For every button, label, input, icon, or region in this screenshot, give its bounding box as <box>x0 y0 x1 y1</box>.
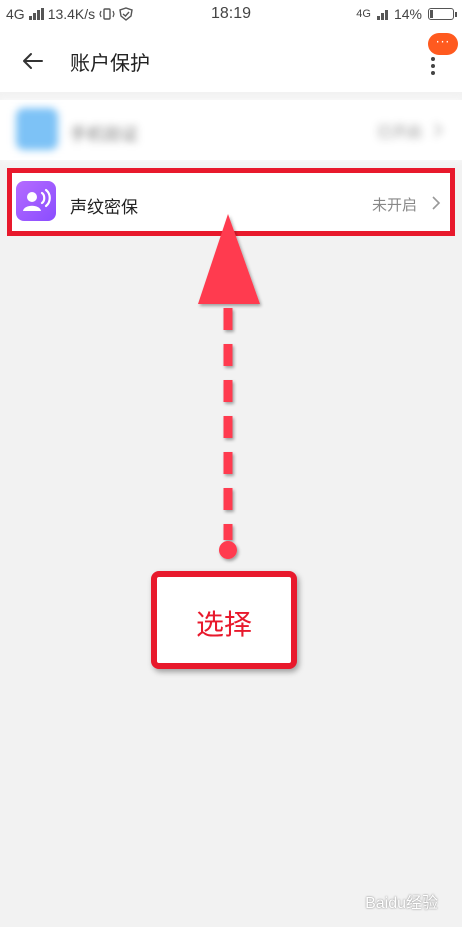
app-header: 账户保护 ··· <box>0 30 462 92</box>
signal-icon-right <box>376 8 388 20</box>
list-item-status: 未开启 <box>372 196 418 214</box>
battery-icon <box>428 8 457 20</box>
chevron-right-icon <box>434 123 443 137</box>
page-title: 账户保护 <box>70 51 150 75</box>
notification-badge: ··· <box>428 33 458 55</box>
annotation-arrow <box>198 214 260 559</box>
annotation-text: 选择 <box>195 608 252 641</box>
chevron-right-icon <box>432 196 441 210</box>
list-item-label: 声纹密保 <box>70 198 138 218</box>
screen: 4G 13.4K/s 18:19 4G 14% 账户保护 ··· 手机验证 已开… <box>0 0 462 927</box>
back-arrow-icon[interactable] <box>18 46 48 76</box>
watermark: Baidu经验 <box>365 895 438 912</box>
network-type-right: 4G <box>356 8 371 20</box>
voiceprint-icon <box>16 181 56 221</box>
status-right: 4G 14% <box>356 6 457 22</box>
list-item-label: 手机验证 <box>70 125 138 145</box>
settings-list: 手机验证 已开启 <box>0 100 462 160</box>
battery-percent: 14% <box>393 6 422 22</box>
status-bar: 4G 13.4K/s 18:19 4G 14% <box>0 0 462 30</box>
list-item-phone-verify[interactable]: 手机验证 已开启 <box>0 100 462 160</box>
list-item-status: 已开启 <box>376 123 422 141</box>
annotation-box: 选择 <box>151 571 297 669</box>
phone-icon <box>16 108 58 150</box>
